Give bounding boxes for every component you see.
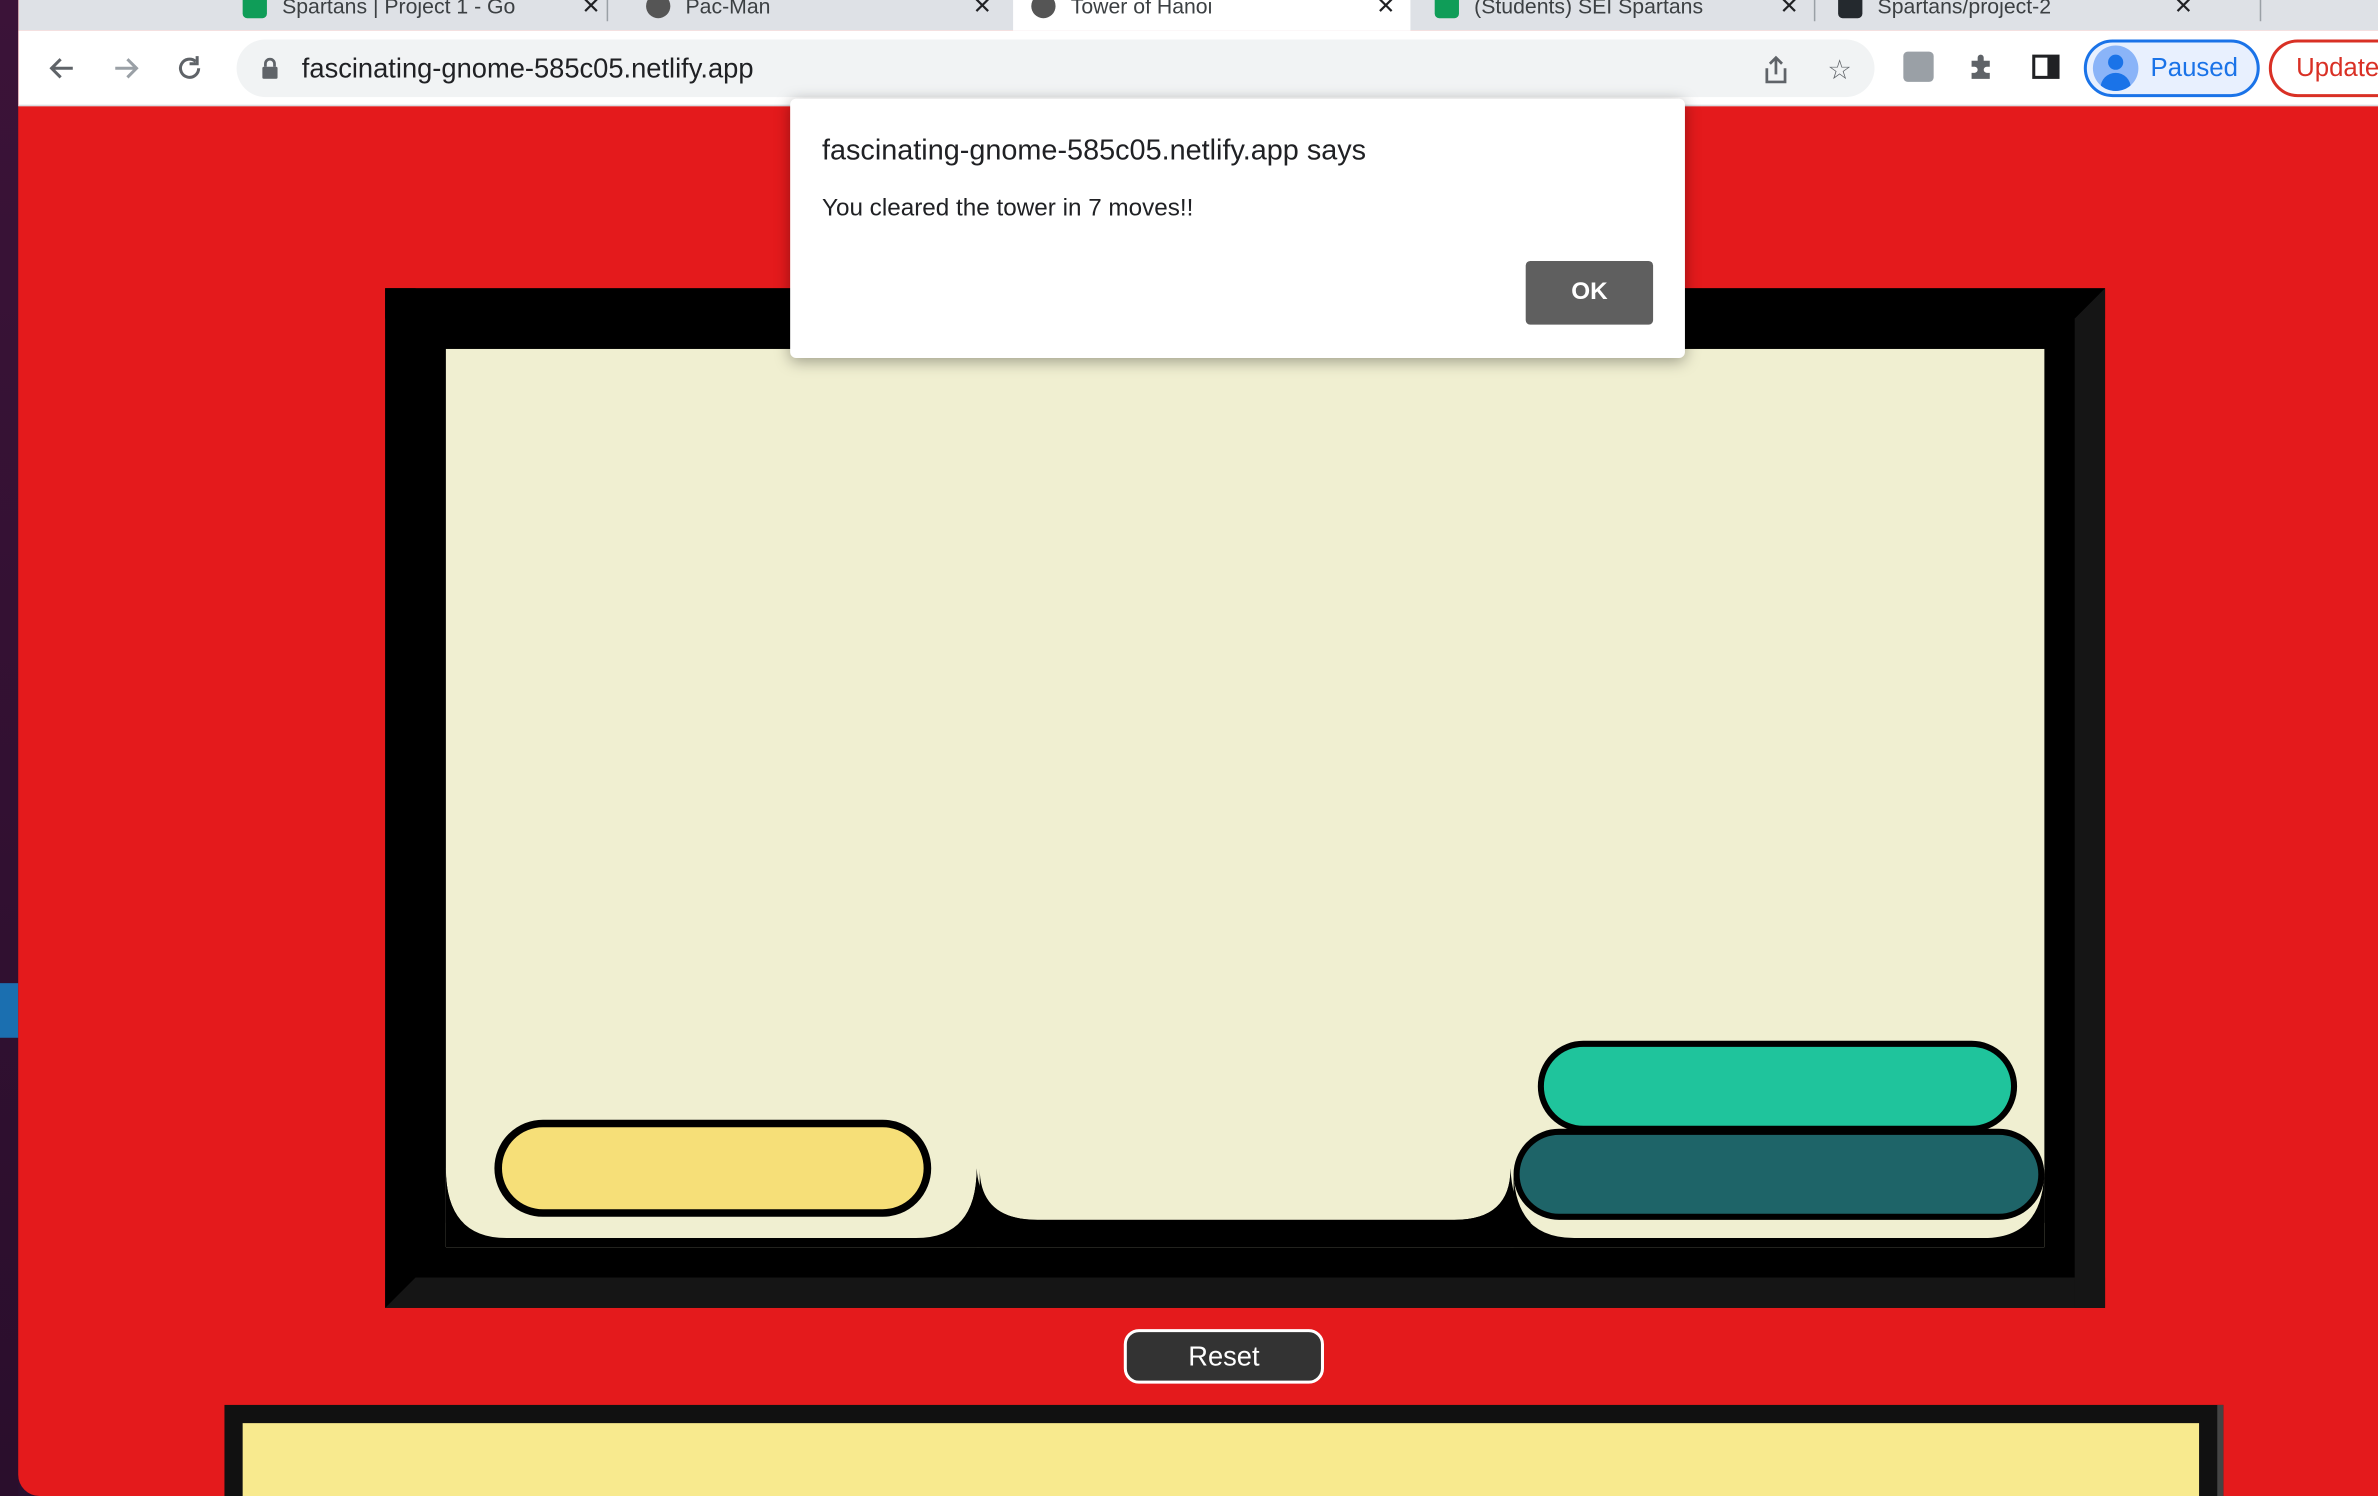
disk-small[interactable] (494, 1119, 932, 1217)
close-icon[interactable]: ✕ (973, 0, 992, 20)
profile-label: Paused (2150, 53, 2239, 82)
avatar (2092, 45, 2139, 92)
tab-title: Spartans | Project 1 - Go (282, 0, 516, 19)
forward-arrow-icon[interactable] (106, 49, 145, 88)
game-frame (385, 288, 2106, 1308)
globe-icon (646, 0, 671, 19)
update-button[interactable]: Update (2268, 39, 2378, 98)
sheets-icon (242, 0, 267, 19)
tab-tower-of-hanoi[interactable]: Tower of Hanoi ✕ (1013, 0, 1411, 31)
disk-large[interactable] (1513, 1128, 2045, 1220)
dialog-title: fascinating-gnome-585c05.netlify.app say… (821, 135, 1367, 167)
share-icon[interactable] (1759, 53, 1792, 86)
close-icon[interactable]: ✕ (581, 0, 600, 20)
close-icon[interactable]: ✕ (1780, 0, 1799, 20)
tab-title: Pac-Man (685, 0, 771, 19)
tab-students-sei[interactable]: (Students) SEI Spartans ✕ (1417, 0, 1814, 30)
update-label: Update (2296, 53, 2378, 82)
close-icon[interactable]: ✕ (2174, 0, 2193, 20)
tab-separator (606, 0, 609, 22)
reset-label: Reset (1188, 1340, 1260, 1371)
bottom-panel (224, 1404, 2224, 1496)
tab-separator (1813, 0, 1816, 22)
address-bar[interactable]: fascinating-gnome-585c05.netlify.app ☆ (236, 39, 1875, 98)
github-icon (1838, 0, 1863, 19)
new-tab-button[interactable] (2259, 0, 2262, 22)
bottom-panel-content (242, 1423, 2200, 1496)
lock-icon[interactable] (261, 57, 279, 79)
side-panel-icon[interactable] (2029, 50, 2062, 83)
game-board (445, 348, 2045, 1248)
sheets-icon (1434, 0, 1459, 19)
close-icon[interactable]: ✕ (1376, 0, 1395, 20)
globe-icon (1031, 0, 1056, 19)
peg-3[interactable] (1511, 349, 2045, 1247)
extension-icon[interactable] (1902, 50, 1935, 83)
desktop-background (0, 0, 19, 1496)
alert-dialog: fascinating-gnome-585c05.netlify.app say… (790, 98, 1685, 359)
reset-button[interactable]: Reset (1123, 1329, 1324, 1384)
peg-1[interactable] (446, 349, 980, 1247)
tab-pacman[interactable]: Pac-Man ✕ (628, 0, 1007, 30)
tab-strip: Spartans | Project 1 - Go ✕ Pac-Man ✕ To… (18, 0, 2378, 31)
reload-icon[interactable] (170, 49, 209, 88)
bookmark-star-icon[interactable]: ☆ (1823, 53, 1856, 86)
tab-spartans-project[interactable]: Spartans | Project 1 - Go ✕ (224, 0, 615, 30)
disk-medium[interactable] (1537, 1040, 2018, 1132)
url-text[interactable]: fascinating-gnome-585c05.netlify.app (302, 52, 754, 84)
browser-toolbar: fascinating-gnome-585c05.netlify.app ☆ P… (18, 30, 2378, 107)
tab-title: (Students) SEI Spartans (1474, 0, 1704, 19)
back-arrow-icon[interactable] (42, 49, 81, 88)
ok-button[interactable]: OK (1525, 260, 1654, 325)
ok-label: OK (1571, 279, 1608, 305)
tab-title: Tower of Hanoi (1070, 0, 1213, 19)
extensions-puzzle-icon[interactable] (1966, 50, 1999, 83)
tab-title: Spartans/project-2 (1877, 0, 2052, 19)
profile-button[interactable]: Paused (2083, 39, 2260, 98)
dialog-message: You cleared the tower in 7 moves!! (821, 195, 1194, 222)
tab-github-project2[interactable]: Spartans/project-2 ✕ (1820, 0, 2208, 30)
peg-2[interactable] (980, 349, 1511, 1247)
desktop-dock-indicator (0, 983, 19, 1038)
